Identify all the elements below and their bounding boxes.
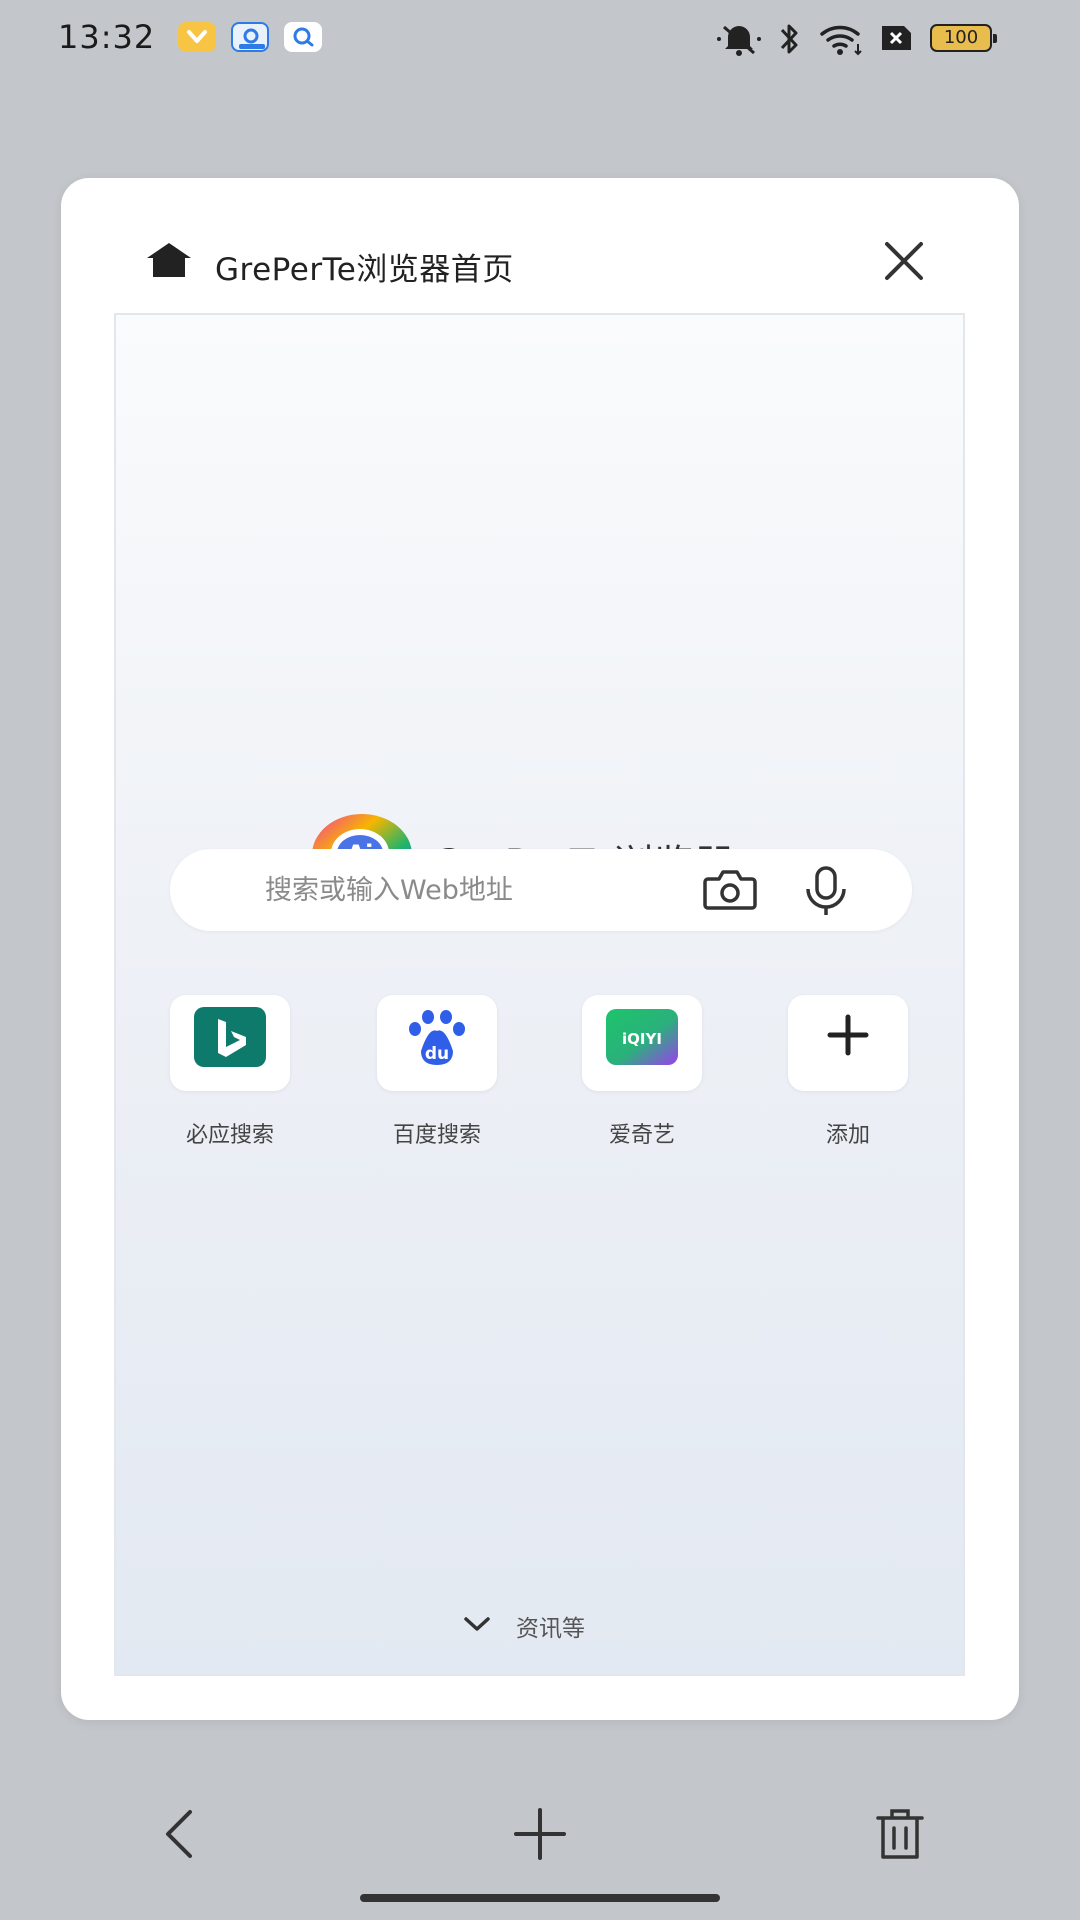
search-input[interactable] (265, 871, 665, 909)
tab-preview[interactable]: Ai GrePerTe浏览器 (114, 313, 965, 1676)
home-indicator[interactable] (360, 1894, 720, 1902)
quick-link-label: 添加 (825, 1123, 870, 1148)
microphone-icon[interactable] (802, 865, 850, 917)
tab-title: GrePerTe浏览器首页 (215, 252, 514, 288)
battery-level: 100 (943, 27, 979, 48)
wifi-icon (820, 25, 862, 56)
search-bar[interactable] (170, 849, 912, 931)
quick-link-add[interactable]: 添加 (788, 995, 908, 1149)
status-time: 13:32 (58, 18, 156, 56)
baidu-icon: du (409, 1010, 465, 1065)
status-bar: 13:32 100 (0, 0, 1080, 78)
trash-icon[interactable] (874, 1806, 926, 1862)
notification-app-icon-yellow (178, 22, 216, 52)
notification-app-icon-blue (231, 22, 269, 52)
quick-links: 必应搜索 du 百度搜索 iQIYI 爱奇艺 添加 (170, 995, 912, 1148)
home-icon (147, 243, 191, 277)
iqiyi-icon-text: iQIYI (622, 1030, 662, 1048)
quick-link-label: 百度搜索 (392, 1123, 481, 1148)
camera-icon[interactable] (702, 867, 758, 913)
quick-link-baidu[interactable]: du 百度搜索 (377, 995, 497, 1149)
quick-link-tile: iQIYI (582, 995, 702, 1091)
baidu-icon-text: du (425, 1044, 449, 1064)
sim-disabled-icon (882, 26, 911, 50)
iqiyi-icon: iQIYI (606, 1009, 678, 1065)
quick-link-tile (170, 995, 290, 1091)
tab-header: GrePerTe浏览器首页 (61, 178, 1019, 313)
notification-app-icon-search (284, 22, 322, 52)
back-icon[interactable] (160, 1806, 196, 1862)
bing-icon (194, 1007, 266, 1067)
quick-link-bing[interactable]: 必应搜索 (170, 995, 290, 1149)
tab-card[interactable]: GrePerTe浏览器首页 Ai GrePerTe浏览器 (61, 178, 1019, 1720)
new-tab-plus-icon[interactable] (510, 1806, 570, 1862)
quick-link-iqiyi[interactable]: iQIYI 爱奇艺 (582, 995, 702, 1149)
battery-icon: 100 (930, 24, 997, 52)
feed-toggle-label: 资讯等 (516, 1616, 585, 1642)
quick-link-tile: du (377, 995, 497, 1091)
mute-icon (717, 25, 761, 56)
plus-icon (827, 1014, 869, 1056)
bluetooth-icon (780, 24, 798, 54)
bottom-toolbar (0, 1760, 1080, 1880)
quick-link-tile (788, 995, 908, 1091)
quick-link-label: 爱奇艺 (608, 1123, 675, 1148)
close-icon[interactable] (879, 236, 929, 286)
quick-link-label: 必应搜索 (185, 1123, 274, 1148)
chevron-down-icon (464, 1617, 490, 1631)
